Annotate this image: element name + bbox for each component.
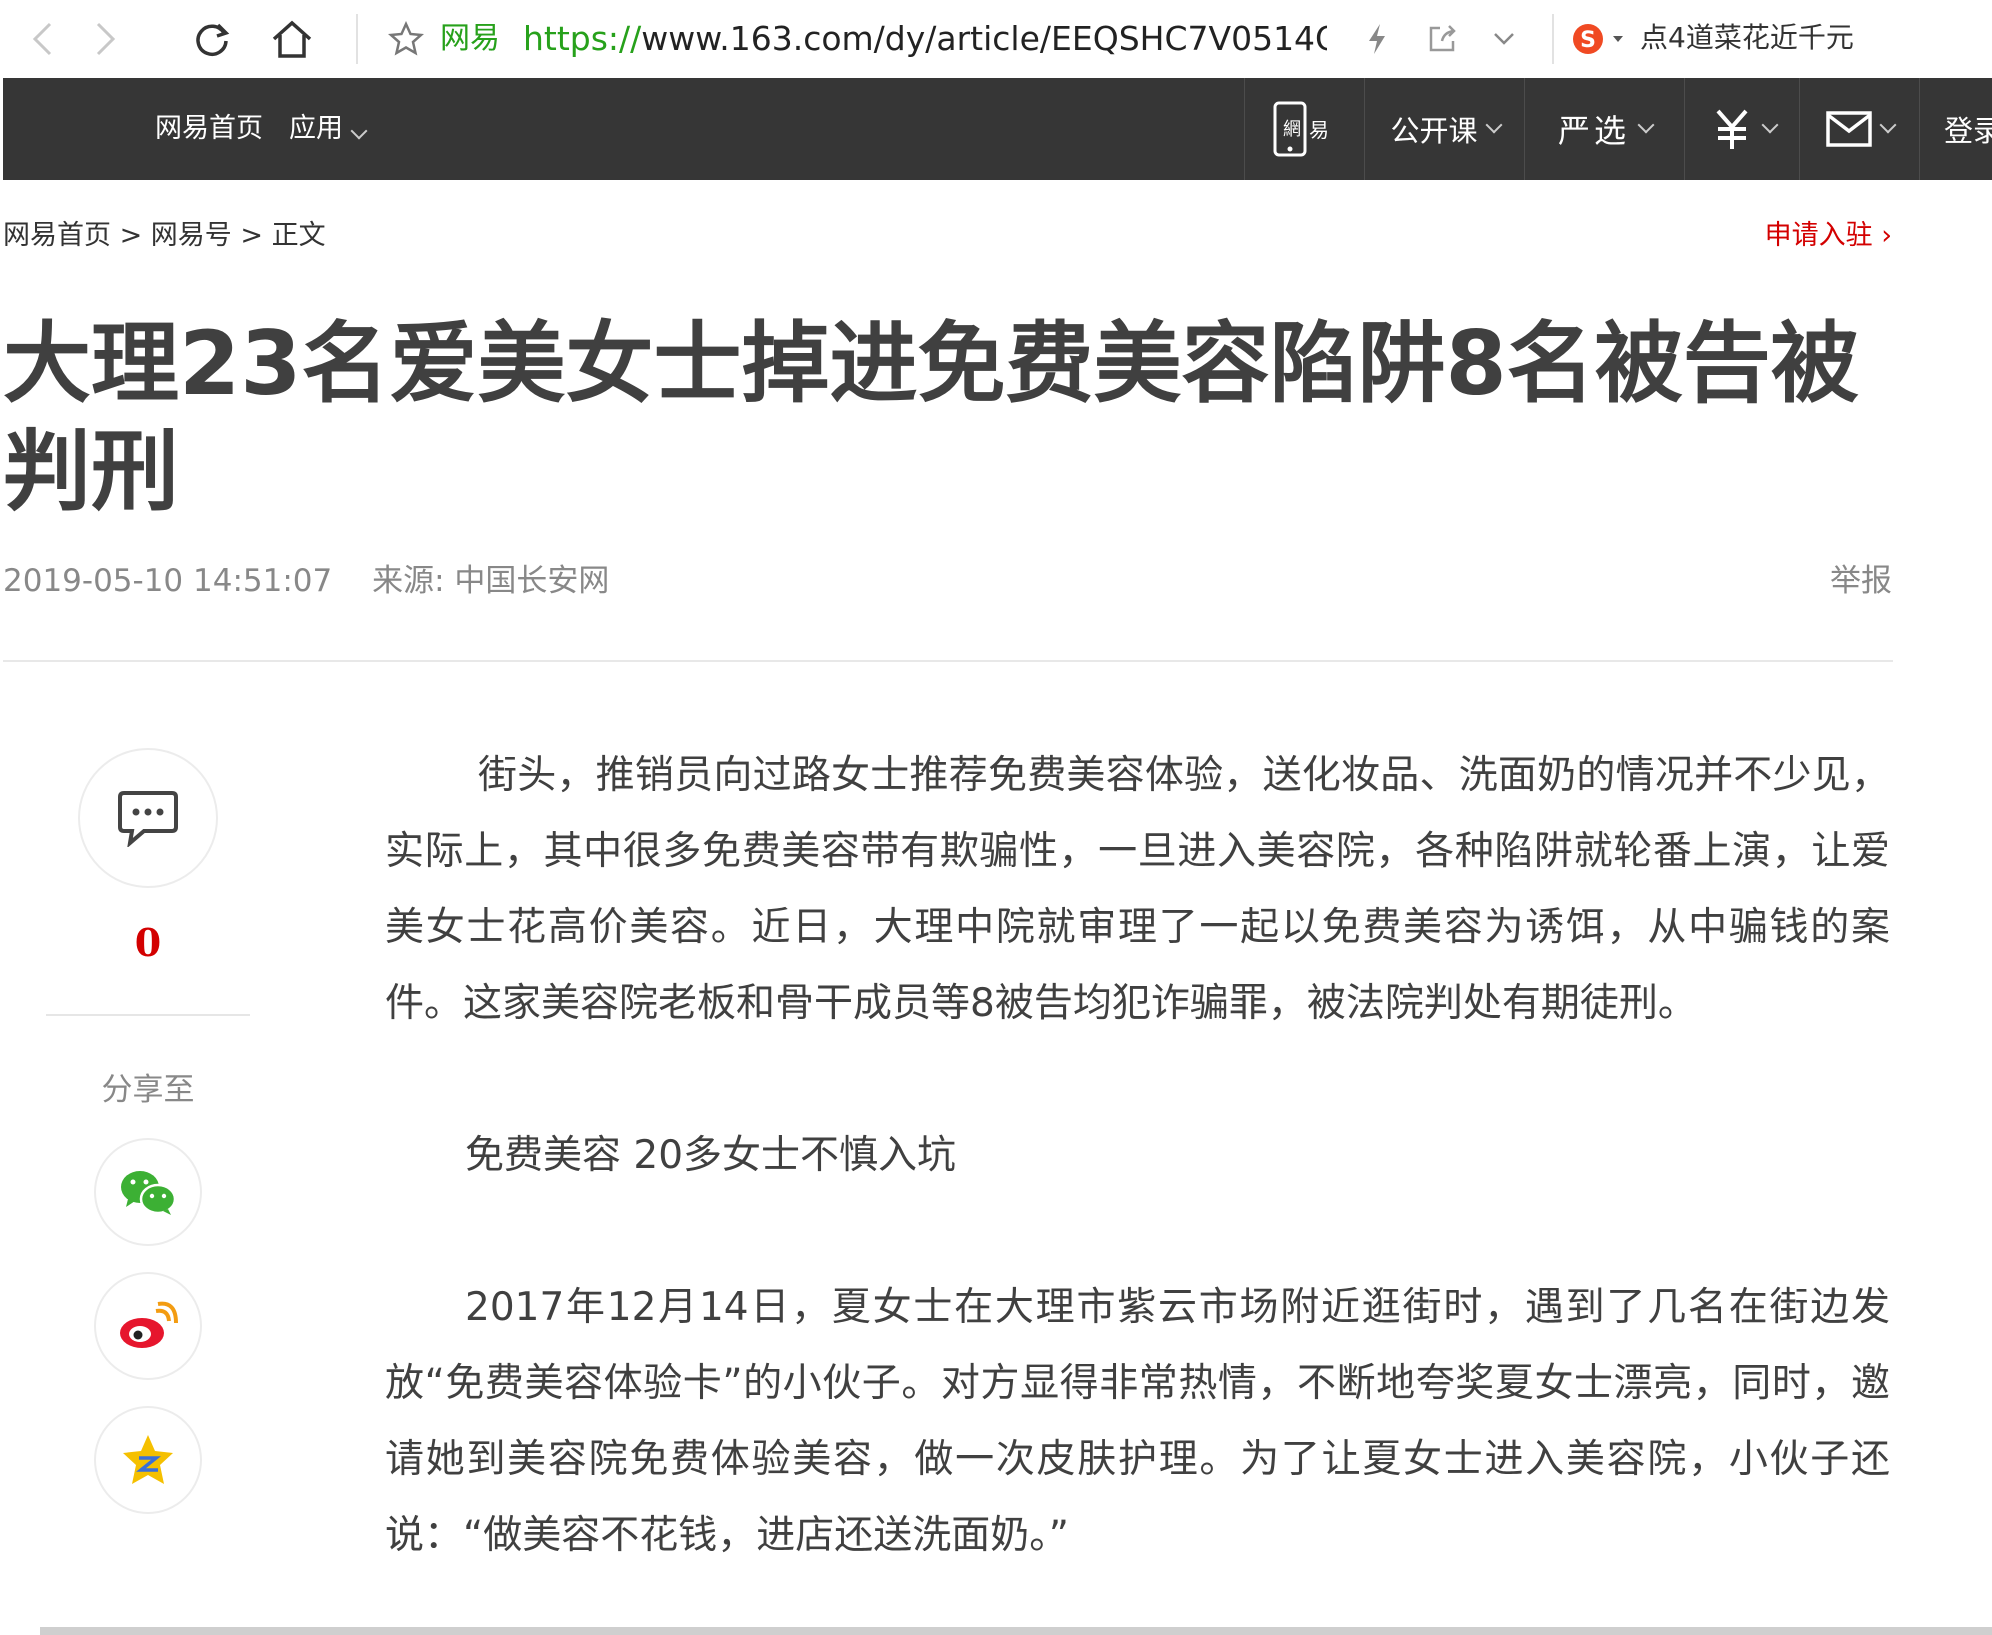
star-icon[interactable] <box>384 14 428 64</box>
nav-apps-menu[interactable]: 应用 <box>289 110 368 148</box>
chevron-down-icon <box>1485 116 1502 134</box>
url-path: www.163.com/dy/article/EEQSHC7V0514Q0KM <box>641 19 1327 58</box>
horizontal-scrollbar[interactable] <box>40 1627 1992 1635</box>
article-meta: 2019-05-10 14:51:07 来源: 中国长安网 <box>3 560 609 602</box>
article-subheading: 免费美容 20多女士不慎入坑 <box>465 1133 957 1178</box>
nav-open-course[interactable]: 公开课 <box>1364 78 1525 180</box>
apply-join-link[interactable]: 申请入驻 › <box>1765 218 1892 254</box>
nav-mobile-app[interactable]: 易網 <box>1244 78 1365 180</box>
article-datetime: 2019-05-10 14:51:07 <box>3 563 333 599</box>
nav-home-link[interactable]: 网易首页 <box>155 110 263 148</box>
article-paragraph: 街头，推销员向过路女士推荐免费美容体验，送化妆品、洗面奶的情况并不少见，实际上，… <box>385 753 1890 1026</box>
browser-toolbar: 网易 https://www.163.com/dy/article/EEQSHC… <box>0 0 1992 78</box>
nav-open-course-label: 公开课 <box>1390 114 1478 148</box>
svg-text:S: S <box>1580 28 1596 53</box>
bolt-icon[interactable] <box>1355 14 1399 64</box>
home-icon[interactable] <box>270 14 314 64</box>
nav-mail[interactable] <box>1799 78 1920 180</box>
chevron-down-icon <box>1761 116 1778 134</box>
site-name: 网易 <box>440 21 500 56</box>
weibo-icon <box>120 1301 178 1348</box>
svg-text:網: 網 <box>1283 119 1301 140</box>
nav-payment[interactable] <box>1684 78 1800 180</box>
promo-news-link[interactable]: 点4道菜花近千元 <box>1640 18 1854 58</box>
mail-icon <box>1826 111 1872 147</box>
comment-count[interactable]: 0 <box>80 920 216 965</box>
chevron-down-icon[interactable] <box>1482 14 1526 64</box>
share-qzone-button[interactable] <box>94 1406 202 1514</box>
share-weibo-button[interactable] <box>94 1272 202 1380</box>
chevron-down-icon <box>1637 116 1655 134</box>
comment-icon <box>118 791 178 847</box>
share-label: 分享至 <box>101 1072 195 1108</box>
url-scheme: https:// <box>523 19 642 58</box>
nav-yanxuan-label: 严选 <box>1557 112 1630 150</box>
article-body: 街头，推销员向过路女士推荐免费美容体验，送化妆品、洗面奶的情况并不少见，实际上，… <box>385 738 1890 1574</box>
divider <box>3 660 1893 662</box>
netease-mobile-icon: 易網 <box>1273 101 1329 157</box>
report-link[interactable]: 举报 <box>1830 560 1892 602</box>
address-bar[interactable]: https://www.163.com/dy/article/EEQSHC7V0… <box>523 16 1327 62</box>
nav-left-group: 网易首页 应用 <box>155 110 368 148</box>
article-paragraph: 2017年12月14日，夏女士在大理市紫云市场附近逛街时，遇到了几名在街边发放“… <box>385 1285 1890 1558</box>
share-divider <box>46 1014 250 1016</box>
wechat-icon <box>121 1171 177 1215</box>
breadcrumb[interactable]: 网易首页 > 网易号 > 正文 <box>3 218 326 254</box>
nav-yanxuan[interactable]: 严选 <box>1524 78 1685 180</box>
sogou-icon[interactable]: S <box>1568 14 1628 64</box>
toolbar-separator <box>1552 14 1554 64</box>
chevron-left-icon[interactable] <box>20 14 64 64</box>
nav-apps-label: 应用 <box>289 113 343 144</box>
article-title: 大理23名爱美女士掉进免费美容陷阱8名被告被判刑 <box>3 312 1859 523</box>
svg-text:易: 易 <box>1309 118 1329 142</box>
yuan-icon <box>1715 109 1748 149</box>
share-wechat-button[interactable] <box>94 1138 202 1246</box>
nav-login[interactable]: 登录 <box>1919 78 1992 180</box>
chevron-right-icon[interactable] <box>84 14 128 64</box>
qzone-icon <box>123 1435 173 1484</box>
chevron-down-icon <box>1879 116 1897 134</box>
share-icon[interactable] <box>1420 14 1464 64</box>
toolbar-separator <box>356 14 358 64</box>
article-source[interactable]: 来源: 中国长安网 <box>372 563 609 599</box>
site-navbar: 网易首页 应用 易網 公开课 严选 登录 <box>3 78 1992 180</box>
comment-button[interactable] <box>78 748 218 888</box>
reload-icon[interactable] <box>190 14 234 64</box>
chevron-down-icon <box>350 122 368 140</box>
nav-login-label: 登录 <box>1944 114 1992 148</box>
